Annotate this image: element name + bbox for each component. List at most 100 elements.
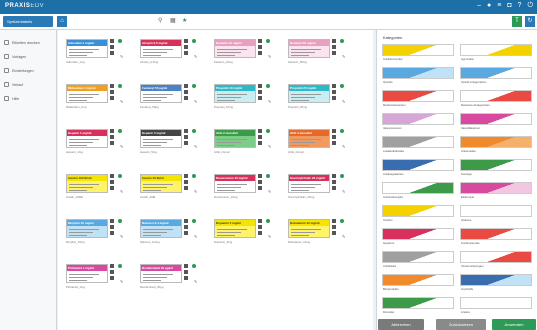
print-icon[interactable] — [332, 129, 336, 133]
category-item[interactable]: Anticholinergika — [382, 182, 454, 200]
print-icon[interactable] — [332, 174, 336, 178]
edit-icon[interactable]: ✎ — [342, 99, 345, 104]
copy-icon[interactable] — [332, 180, 336, 184]
print-icon[interactable] — [110, 129, 114, 133]
label-card[interactable]: Piritramid 1 mg/ml ✎ Piritramid_1mg — [62, 261, 128, 296]
copy-icon[interactable] — [258, 180, 262, 184]
category-item[interactable]: Glukose — [460, 205, 532, 223]
help-icon[interactable]: ? — [518, 2, 522, 10]
edit-icon[interactable]: ✎ — [194, 234, 197, 239]
delete-icon[interactable] — [184, 96, 188, 100]
home-button[interactable]: ⌂ — [57, 16, 67, 27]
copy-icon[interactable] — [110, 90, 114, 94]
label-card[interactable]: Dopamin 5 mg/ml ✎ Dopamin_5mg — [210, 216, 276, 251]
cancel-button[interactable]: Abbrechen — [378, 319, 424, 330]
sidebar-item[interactable]: Vorlagen — [4, 54, 26, 59]
category-item[interactable]: Vasopressoren — [382, 113, 454, 131]
copy-icon[interactable] — [332, 225, 336, 229]
delete-icon[interactable] — [332, 186, 336, 190]
copy-icon[interactable] — [332, 90, 336, 94]
delete-icon[interactable] — [110, 186, 114, 190]
label-card[interactable]: Propofol 10 mg/ml ✎ Propofol_10mg — [210, 81, 276, 116]
sidebar-item[interactable]: Hilfe — [4, 96, 19, 101]
label-card[interactable]: Ketamin 10 mg/ml ✎ Ketamin_10mg — [210, 36, 276, 71]
print-icon[interactable] — [258, 39, 262, 43]
label-card[interactable]: Heparin 5 mg/ml ✎ Heparin_5mg — [136, 126, 202, 161]
refresh-button[interactable]: ↻ — [525, 16, 535, 27]
print-icon[interactable] — [332, 39, 336, 43]
category-item[interactable]: Hypnotika — [460, 44, 532, 62]
category-item[interactable]: Lokalanästhetika — [382, 136, 454, 154]
category-item[interactable]: Induktionsmittel — [382, 44, 454, 62]
delete-icon[interactable] — [332, 141, 336, 145]
print-icon[interactable] — [110, 219, 114, 223]
category-item[interactable]: Elektrolyte — [460, 182, 532, 200]
delete-icon[interactable] — [110, 141, 114, 145]
copy-icon[interactable] — [184, 90, 188, 94]
copy-icon[interactable] — [184, 180, 188, 184]
category-item[interactable]: Opioid-Antagonisten — [460, 67, 532, 85]
copy-icon[interactable] — [110, 45, 114, 49]
label-card[interactable]: ACE 4 mmol/ml ✎ ACE_4mmol — [284, 126, 350, 161]
copy-icon[interactable] — [110, 270, 114, 274]
selected-category-chip[interactable]: Spritzenlabels — [3, 16, 53, 27]
category-item[interactable]: Muskelrelaxantien — [382, 90, 454, 108]
delete-icon[interactable] — [258, 96, 262, 100]
print-icon[interactable] — [110, 174, 114, 178]
category-item[interactable]: Infusionslösungen — [460, 251, 532, 269]
copy-icon[interactable] — [110, 135, 114, 139]
edit-icon[interactable]: ✎ — [194, 144, 197, 149]
edit-icon[interactable]: ✎ — [342, 144, 345, 149]
category-item[interactable]: Antibiotika — [382, 251, 454, 269]
copy-icon[interactable] — [332, 45, 336, 49]
category-item[interactable]: Antiemetika — [460, 136, 532, 154]
edit-icon[interactable]: ✎ — [268, 54, 271, 59]
label-card[interactable]: Ketamin 50 mg/ml ✎ Ketamin_50mg — [284, 36, 350, 71]
label-card[interactable]: Naloxon 0,4 mg/ml ✎ Naloxon_0,4mg — [136, 216, 202, 251]
edit-icon[interactable]: ✎ — [120, 234, 123, 239]
print-icon[interactable] — [110, 84, 114, 88]
edit-icon[interactable]: ✎ — [268, 189, 271, 194]
label-card[interactable]: Rocuronium 10 mg/ml ✎ Rocuronium_10mg — [210, 171, 276, 206]
category-item[interactable]: Vasodilatatoren — [460, 113, 532, 131]
delete-icon[interactable] — [184, 51, 188, 55]
print-icon[interactable] — [184, 84, 188, 88]
copy-icon[interactable] — [184, 225, 188, 229]
copy-icon[interactable] — [258, 135, 262, 139]
category-item[interactable]: Insuline — [382, 205, 454, 223]
copy-icon[interactable] — [258, 45, 262, 49]
delete-icon[interactable] — [110, 96, 114, 100]
category-item[interactable]: Blutprodukte — [382, 274, 454, 292]
delete-icon[interactable] — [258, 51, 262, 55]
search-icon[interactable]: ⚲ — [158, 17, 162, 24]
apply-button[interactable]: Anwenden — [492, 319, 536, 330]
minus-icon[interactable]: – — [477, 2, 481, 10]
print-icon[interactable] — [184, 39, 188, 43]
label-card[interactable]: Morphin 10 mg/ml ✎ Morphin_10mg — [62, 216, 128, 251]
edit-icon[interactable]: ✎ — [342, 234, 345, 239]
delete-icon[interactable] — [332, 231, 336, 235]
edit-icon[interactable]: ✎ — [120, 279, 123, 284]
edit-icon[interactable]: ✎ — [268, 144, 271, 149]
label-card[interactable]: Midazolam 1 mg/ml ✎ Midazolam_1mg — [62, 81, 128, 116]
edit-icon[interactable]: ✎ — [268, 99, 271, 104]
category-item[interactable]: Kortikosteroide — [460, 228, 532, 246]
power-icon[interactable]: ⏻ — [527, 2, 533, 10]
label-card[interactable]: Atropin 0,5 mg/ml ✎ Atropin_0,5mg — [136, 36, 202, 71]
category-item[interactable]: Diuretika — [382, 297, 454, 315]
edit-icon[interactable]: ✎ — [194, 189, 197, 194]
edit-icon[interactable]: ✎ — [342, 54, 345, 59]
filter-button[interactable]: T — [512, 16, 522, 27]
copy-icon[interactable] — [184, 270, 188, 274]
delete-icon[interactable] — [184, 186, 188, 190]
edit-icon[interactable]: ✎ — [120, 189, 123, 194]
label-card[interactable]: Remifentanil 20 µg/ml ✎ Remifentanil_20µg — [136, 261, 202, 296]
category-item[interactable]: Heparine — [382, 228, 454, 246]
category-item[interactable]: Antikoagulantien — [382, 159, 454, 177]
label-card[interactable]: Insulin 40 IE/ml ✎ Insulin_40IE — [136, 171, 202, 206]
label-card[interactable]: Fentanyl 50 µg/ml ✎ Fentanyl_50µg — [136, 81, 202, 116]
copy-icon[interactable] — [258, 90, 262, 94]
user-icon[interactable]: ● — [487, 2, 491, 10]
edit-icon[interactable]: ✎ — [268, 234, 271, 239]
print-icon[interactable] — [258, 129, 262, 133]
